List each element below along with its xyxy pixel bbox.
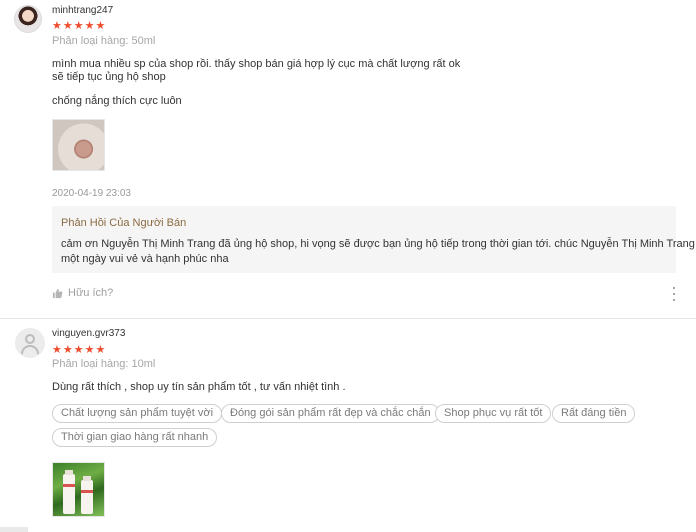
review-comment-line: chống nắng thích cực luôn bbox=[52, 95, 182, 107]
thumbs-up-icon bbox=[52, 288, 63, 298]
user-silhouette-icon bbox=[25, 334, 35, 344]
review-comment-line: mình mua nhiều sp của shop rồi. thấy sho… bbox=[52, 58, 461, 70]
seller-reply-title: Phản Hồi Của Người Bán bbox=[61, 217, 187, 229]
seller-reply-line: một ngày vui vẻ và hạnh phúc nha bbox=[61, 253, 229, 265]
seller-reply: Phản Hồi Của Người Bán cảm ơn Nguyễn Thị… bbox=[52, 206, 695, 273]
review-username[interactable]: minhtrang247 bbox=[52, 5, 113, 16]
review-username[interactable]: vinguyen.gvr373 bbox=[52, 328, 125, 339]
helpful-button[interactable]: Hữu ích? bbox=[52, 287, 113, 299]
review-tag: Rất đáng tiền bbox=[552, 404, 636, 423]
avatar[interactable] bbox=[14, 5, 42, 33]
avatar[interactable] bbox=[15, 328, 45, 358]
review-tag: Thời gian giao hàng rất nhanh bbox=[52, 428, 218, 447]
seller-reply-line: cảm ơn Nguyễn Thị Minh Trang đã ủng hộ s… bbox=[61, 238, 695, 250]
rating-stars: ★★★★★ bbox=[52, 344, 107, 356]
review-comment: Dùng rất thích , shop uy tín sản phẩm tố… bbox=[52, 381, 346, 393]
helpful-label: Hữu ích? bbox=[68, 287, 114, 299]
review-comment-line: sẽ tiếp tục ủng hộ shop bbox=[52, 71, 166, 83]
review-item: minhtrang247 ★★★★★ Phân loại hàng: 50ml … bbox=[0, 0, 696, 318]
review-timestamp: 2020-04-19 23:03 bbox=[52, 188, 131, 199]
seller-reply-text: cảm ơn Nguyễn Thị Minh Trang đã ủng hộ s… bbox=[61, 237, 695, 267]
review-photo-thumbnail[interactable] bbox=[52, 119, 105, 171]
review-tag: Đóng gói sản phẩm rất đẹp và chắc chắn bbox=[221, 404, 440, 423]
scrollbar-corner bbox=[0, 527, 28, 532]
review-tag: Chất lượng sản phẩm tuyệt vời bbox=[52, 404, 223, 423]
review-tag: Shop phục vụ rất tốt bbox=[435, 404, 552, 423]
more-options-button[interactable] bbox=[670, 287, 678, 301]
review-photo-thumbnail[interactable] bbox=[52, 462, 105, 517]
more-vertical-icon bbox=[673, 287, 675, 289]
rating-stars: ★★★★★ bbox=[52, 20, 107, 32]
variation-label: Phân loại hàng: 50ml bbox=[52, 35, 156, 47]
variation-label: Phân loại hàng: 10ml bbox=[52, 358, 156, 370]
